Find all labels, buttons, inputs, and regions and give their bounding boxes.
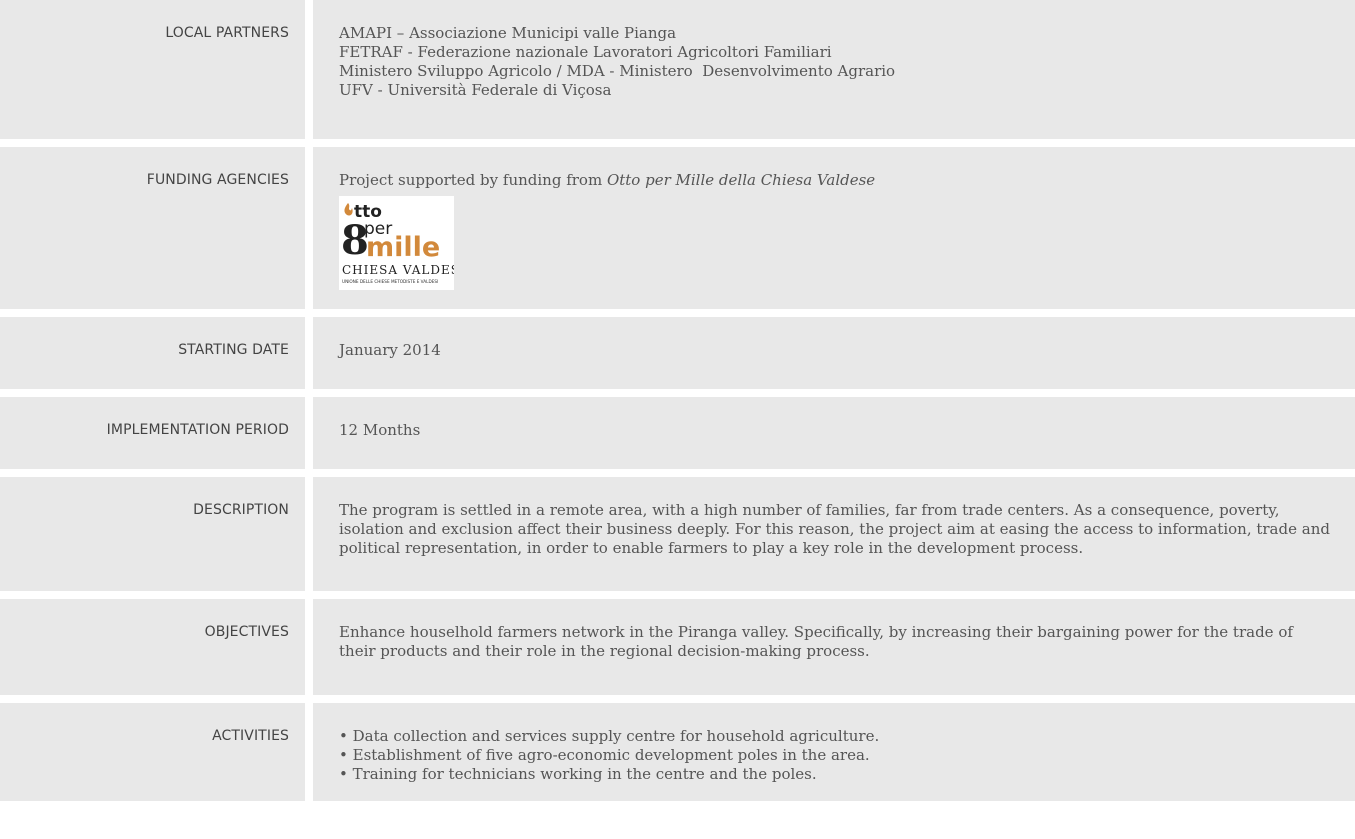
row-starting-date: STARTING DATE January 2014 xyxy=(0,317,1355,389)
partner-item: AMAPI – Associazione Municipi valle Pian… xyxy=(339,24,677,42)
value-objectives: Enhance houselhold farmers network in th… xyxy=(313,599,1355,695)
label-implementation-period: IMPLEMENTATION PERIOD xyxy=(0,397,305,469)
logo-word-mille: mille xyxy=(366,232,440,263)
logo-sub: UNIONE DELLE CHIESE METODISTE E VALDESI xyxy=(342,279,438,284)
logo-org: CHIESA VALDESE xyxy=(342,263,454,277)
value-activities: • Data collection and services supply ce… xyxy=(313,703,1355,801)
partner-item: Ministero Sviluppo Agricolo / MDA - Mini… xyxy=(339,62,896,80)
value-description: The program is settled in a remote area,… xyxy=(313,477,1355,591)
partner-item: FETRAF - Federazione nazionale Lavorator… xyxy=(339,43,832,61)
label-local-partners: LOCAL PARTNERS xyxy=(0,0,305,139)
label-activities: ACTIVITIES xyxy=(0,703,305,801)
row-activities: ACTIVITIES • Data collection and service… xyxy=(0,703,1355,801)
funding-text: Project supported by funding from Otto p… xyxy=(339,171,876,189)
partner-item: UFV - Università Federale di Viçosa xyxy=(339,81,612,99)
value-funding-agencies: Project supported by funding from Otto p… xyxy=(313,147,1355,309)
value-implementation-period: 12 Months xyxy=(313,397,1355,469)
label-objectives: OBJECTIVES xyxy=(0,599,305,695)
row-local-partners: LOCAL PARTNERS AMAPI – Associazione Muni… xyxy=(0,0,1355,139)
label-description: DESCRIPTION xyxy=(0,477,305,591)
value-starting-date: January 2014 xyxy=(313,317,1355,389)
activity-item: • Establishment of five agro-economic de… xyxy=(339,746,870,764)
row-objectives: OBJECTIVES Enhance houselhold farmers ne… xyxy=(0,599,1355,695)
flame-icon xyxy=(344,203,353,216)
funding-source-name: Otto per Mille della Chiesa Valdese xyxy=(606,171,876,189)
row-implementation-period: IMPLEMENTATION PERIOD 12 Months xyxy=(0,397,1355,469)
project-details-table: LOCAL PARTNERS AMAPI – Associazione Muni… xyxy=(0,0,1355,801)
activity-item: • Training for technicians working in th… xyxy=(339,765,817,783)
activity-item: • Data collection and services supply ce… xyxy=(339,727,880,745)
row-funding-agencies: FUNDING AGENCIES Project supported by fu… xyxy=(0,147,1355,309)
otto-per-mille-logo: tto 8 per mille CHIESA VALDESE UNIONE DE… xyxy=(339,196,454,290)
label-funding-agencies: FUNDING AGENCIES xyxy=(0,147,305,309)
label-starting-date: STARTING DATE xyxy=(0,317,305,389)
row-description: DESCRIPTION The program is settled in a … xyxy=(0,477,1355,591)
value-local-partners: AMAPI – Associazione Municipi valle Pian… xyxy=(313,0,1355,139)
